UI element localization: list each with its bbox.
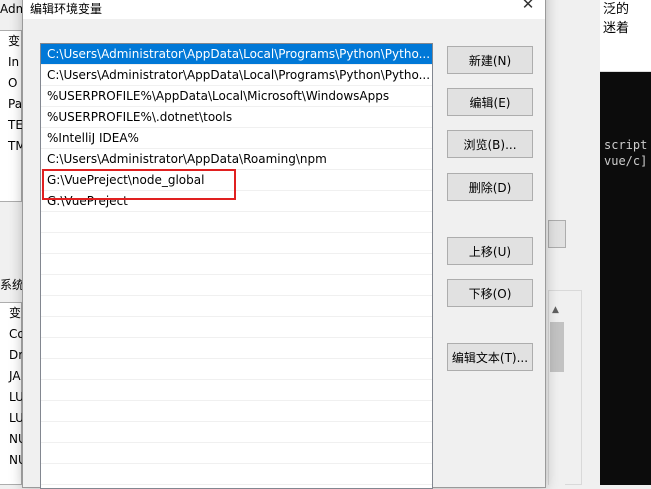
path-entry[interactable]: C:\Users\Administrator\AppData\Roaming\n… [41,149,432,170]
path-entry[interactable]: %IntelliJ IDEA% [41,128,432,149]
terminal-line: vue/c] [604,154,648,168]
empty-row[interactable] [41,359,432,380]
edit-text-button[interactable]: 编辑文本(T)... [447,343,533,371]
empty-row[interactable] [41,296,432,317]
close-icon[interactable]: ✕ [511,0,545,19]
list-item[interactable]: Pa [0,94,22,115]
system-variables-list[interactable]: 变 Co Dr JA LU LU NU NU [0,302,27,485]
list-item[interactable]: Dr [0,345,23,366]
path-entry[interactable]: G:\VuePreject [41,191,432,212]
path-entry[interactable]: G:\VuePreject\node_global [41,170,432,191]
empty-row[interactable] [41,380,432,401]
path-entry[interactable]: C:\Users\Administrator\AppData\Local\Pro… [41,44,432,65]
list-item[interactable]: TE [0,115,23,136]
list-item[interactable]: 变 [0,31,21,52]
background-text-line: 迷着 [603,21,630,36]
delete-button[interactable]: 删除(D) [447,173,533,201]
list-item[interactable]: TM [0,136,26,157]
list-item[interactable]: 变 [0,303,21,324]
empty-row[interactable] [41,443,432,464]
background-scrollbar[interactable]: ▲ [549,302,565,485]
terminal-window: script vue/c] [600,42,651,485]
empty-row[interactable] [41,212,432,233]
list-item[interactable]: NU [0,450,27,471]
list-item[interactable]: LU [0,408,24,429]
empty-row[interactable] [41,317,432,338]
system-variables-label: 系统 [0,278,25,292]
path-entries-list[interactable]: C:\Users\Administrator\AppData\Local\Pro… [40,43,433,489]
empty-row[interactable] [41,338,432,359]
background-button[interactable] [548,220,566,248]
scroll-up-arrow-icon[interactable]: ▲ [552,305,559,315]
terminal-titlebar [600,42,651,72]
terminal-line: script [604,138,648,152]
background-text-line: 泛的 [603,2,630,17]
empty-row[interactable] [41,254,432,275]
list-item[interactable]: In [0,52,21,73]
move-up-button[interactable]: 上移(U) [447,237,533,265]
empty-row[interactable] [41,401,432,422]
dialog-titlebar: 编辑环境变量 ✕ [23,0,545,19]
empty-row[interactable] [41,422,432,443]
user-variables-list[interactable]: 变 In O Pa TE TM [0,30,26,202]
background-text-panel: 泛的 迷着 [600,0,651,42]
list-item[interactable]: LU [0,387,24,408]
scrollbar-thumb[interactable] [550,322,564,372]
path-entry[interactable]: C:\Users\Administrator\AppData\Local\Pro… [41,65,432,86]
empty-row[interactable] [41,233,432,254]
edit-environment-variable-dialog: 编辑环境变量 ✕ C:\Users\Administrator\AppData\… [22,0,546,489]
list-item[interactable]: NU [0,429,27,450]
new-button[interactable]: 新建(N) [447,46,533,74]
edit-button[interactable]: 编辑(E) [447,88,533,116]
path-entry[interactable]: %USERPROFILE%\AppData\Local\Microsoft\Wi… [41,86,432,107]
list-item[interactable]: Co [0,324,25,345]
empty-row[interactable] [41,275,432,296]
move-down-button[interactable]: 下移(O) [447,279,533,307]
dialog-title: 编辑环境变量 [30,2,103,16]
browse-button[interactable]: 浏览(B)... [447,130,533,158]
list-item[interactable]: JA [0,366,21,387]
empty-row[interactable] [41,464,432,485]
list-item[interactable]: O [0,73,21,94]
path-entry[interactable]: %USERPROFILE%\.dotnet\tools [41,107,432,128]
